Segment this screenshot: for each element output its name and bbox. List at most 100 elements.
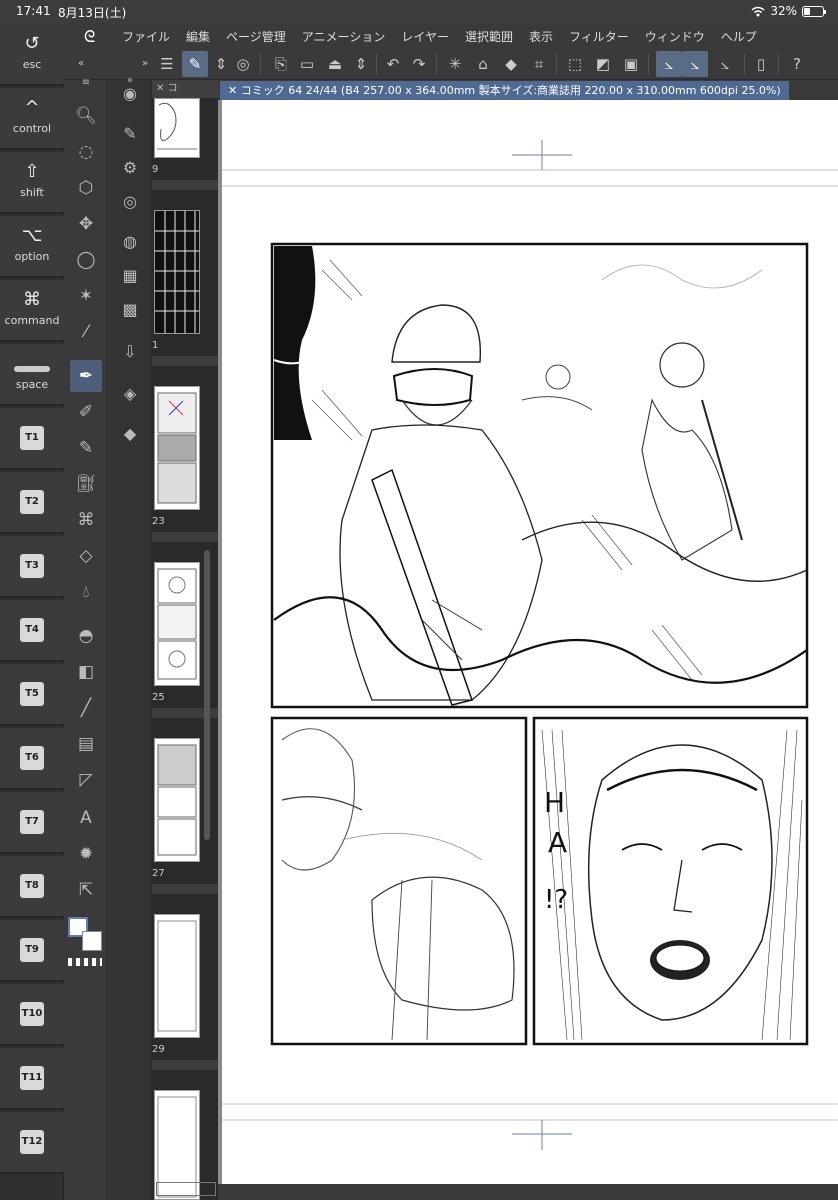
shift-key[interactable]: ⇧ shift	[0, 152, 64, 214]
blend-icon[interactable]: 💧︎	[70, 576, 102, 608]
special-ruler-snap-icon[interactable]: ⦣	[682, 51, 708, 77]
layer-edit-icon[interactable]: ✎	[182, 51, 208, 77]
t3-key[interactable]: T3	[0, 536, 64, 598]
menu-edit[interactable]: 編集	[186, 28, 210, 45]
tool-property-icon[interactable]: ⚙	[116, 154, 144, 182]
operation-icon[interactable]: ⬡	[70, 172, 102, 204]
transparent-color-swatch[interactable]	[68, 958, 102, 966]
rotate-icon[interactable]: ◌	[70, 136, 102, 168]
page-zoom-slider[interactable]	[156, 1182, 216, 1196]
help-icon[interactable]: ?	[784, 51, 810, 77]
menu-animation[interactable]: アニメーション	[302, 28, 386, 45]
lasso-icon[interactable]: ◯	[70, 244, 102, 276]
new-file-icon[interactable]: ⎘	[268, 51, 294, 77]
decoration-icon[interactable]: ⌘	[70, 504, 102, 536]
canvas-area[interactable]: H A !?	[218, 100, 838, 1184]
menu-help[interactable]: ヘルプ	[721, 28, 757, 45]
hamburger-menu-icon[interactable]: ☰	[154, 51, 180, 77]
ruler-icon[interactable]: ◸	[70, 764, 102, 796]
menu-filter[interactable]: フィルター	[569, 28, 629, 45]
page-thumbnail[interactable]	[154, 98, 200, 158]
collapse-left-icon[interactable]: «	[68, 51, 94, 77]
gradient-icon[interactable]: ◧	[70, 656, 102, 688]
menu-window[interactable]: ウィンドウ	[645, 28, 705, 45]
loading-spinner-icon[interactable]: ✳	[442, 51, 468, 77]
t5-key[interactable]: T5	[0, 664, 64, 726]
tool-palette: ≡ 🔍︎ ◌ ⬡ ✥ ◯ ✶ ⁄ ✒ ✐ ✎ ⛽︎ ⌘ ◇ 💧︎ ◓ ◧ ╱ ▤…	[66, 77, 106, 1200]
menu-page-management[interactable]: ページ管理	[226, 28, 286, 45]
invert-selection-icon[interactable]: ◩	[590, 51, 616, 77]
undo-icon[interactable]: ↶	[380, 51, 406, 77]
material-icon[interactable]: ⇩	[116, 338, 144, 366]
zoom-icon[interactable]: 🔍︎	[70, 100, 102, 132]
t6-key[interactable]: T6	[0, 728, 64, 790]
menu-selection[interactable]: 選択範囲	[465, 28, 513, 45]
menu-view[interactable]: 表示	[529, 28, 553, 45]
t10-key[interactable]: T10	[0, 984, 64, 1046]
open-folder-icon[interactable]: ▭	[294, 51, 320, 77]
select-none-icon[interactable]: ⬚	[562, 51, 588, 77]
ruler-snap-icon[interactable]: ⦣	[656, 51, 682, 77]
menu-file[interactable]: ファイル	[122, 28, 170, 45]
t1-key[interactable]: T1	[0, 408, 64, 470]
t4-key[interactable]: T4	[0, 600, 64, 662]
airbrush-icon[interactable]: ⛽︎	[70, 468, 102, 500]
t12-key[interactable]: T12	[0, 1112, 64, 1174]
page-thumbnail[interactable]	[154, 738, 200, 862]
grid-snap-icon[interactable]: ⦣	[712, 51, 738, 77]
page-tab[interactable]: ✕ コ	[152, 80, 218, 98]
sub-tool-detail-icon[interactable]: ✎	[116, 120, 144, 148]
manga-page[interactable]: H A !?	[222, 100, 838, 1184]
eyedropper-icon[interactable]: ⁄	[70, 316, 102, 348]
move-icon[interactable]: ✥	[70, 208, 102, 240]
page-thumbnail[interactable]	[154, 386, 200, 510]
page-scrollbar[interactable]	[204, 550, 210, 840]
transform-icon[interactable]: ⌗	[526, 51, 552, 77]
page-thumbnail[interactable]	[154, 210, 200, 334]
animation-timeline-icon[interactable]: ▩	[116, 296, 144, 324]
redo-icon[interactable]: ↷	[406, 51, 432, 77]
t2-key[interactable]: T2	[0, 472, 64, 534]
command-key[interactable]: ⌘ command	[0, 280, 64, 342]
clip-studio-icon[interactable]: ◎	[230, 51, 256, 77]
line-icon[interactable]: ╱	[70, 692, 102, 724]
brush-size-icon[interactable]: ◎	[116, 188, 144, 216]
text-icon[interactable]: A	[70, 802, 102, 834]
app-logo-icon[interactable]: ᘓ	[84, 27, 95, 47]
save-stepper-icon[interactable]: ⇕	[348, 51, 374, 77]
correct-line-icon[interactable]: ⇱	[70, 874, 102, 906]
option-key[interactable]: ⌥ option	[0, 216, 64, 278]
t7-key[interactable]: T7	[0, 792, 64, 854]
control-key[interactable]: ^ control	[0, 88, 64, 150]
esc-key[interactable]: ↺ esc	[0, 24, 64, 86]
space-key[interactable]: space	[0, 344, 64, 406]
t11-key[interactable]: T11	[0, 1048, 64, 1110]
brush-icon[interactable]: ✎	[70, 432, 102, 464]
document-tab[interactable]: ✕ コミック 64 24/44 (B4 257.00 x 364.00mm 製本…	[220, 81, 789, 100]
balloon-icon[interactable]: ✹	[70, 838, 102, 870]
clear-icon[interactable]: ⌂	[470, 51, 496, 77]
layer-property-icon[interactable]: ◈	[116, 380, 144, 408]
pencil-icon[interactable]: ✐	[70, 396, 102, 428]
pen-icon[interactable]: ✒	[70, 360, 102, 392]
page-thumbnail[interactable]	[154, 562, 200, 686]
save-icon[interactable]: ⏏	[322, 51, 348, 77]
frame-border-icon[interactable]: ▤	[70, 728, 102, 760]
page-thumbnail[interactable]	[154, 914, 200, 1038]
t9-key[interactable]: T9	[0, 920, 64, 982]
selection-border-icon[interactable]: ▣	[618, 51, 644, 77]
sub-color-swatch[interactable]	[82, 931, 102, 951]
color-wheel-icon[interactable]: ◍	[116, 228, 144, 256]
fill-bucket-icon[interactable]: ◓	[70, 620, 102, 652]
t8-key[interactable]: T8	[0, 856, 64, 918]
close-tab-icon[interactable]: ✕	[228, 84, 241, 97]
color-set-icon[interactable]: ▦	[116, 262, 144, 290]
navigator-icon[interactable]: ◉	[116, 80, 144, 108]
eraser-icon[interactable]: ◇	[70, 540, 102, 572]
palette-menu-icon[interactable]: ≡	[70, 76, 102, 90]
magic-wand-icon[interactable]: ✶	[70, 280, 102, 312]
layers-icon[interactable]: ◆	[116, 420, 144, 448]
menu-layer[interactable]: レイヤー	[401, 28, 449, 45]
smartphone-icon[interactable]: ▯	[748, 51, 774, 77]
fill-icon[interactable]: ◆	[498, 51, 524, 77]
